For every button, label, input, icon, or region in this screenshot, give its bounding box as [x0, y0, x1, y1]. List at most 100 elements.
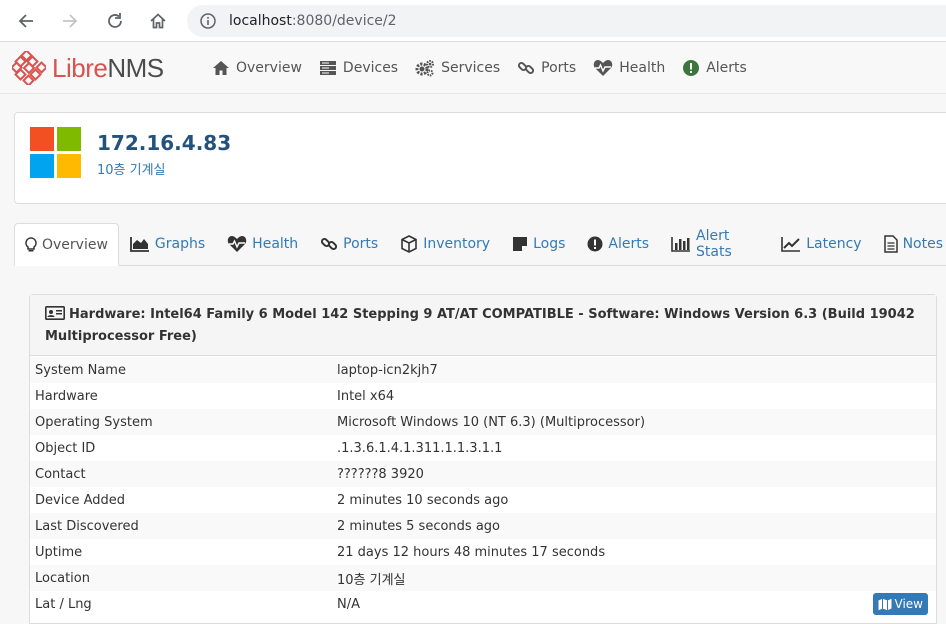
- forward-button[interactable]: [57, 8, 83, 34]
- tab-health[interactable]: Health: [216, 223, 309, 265]
- link-icon: [518, 61, 535, 75]
- menu-item-label: Alerts: [706, 60, 747, 76]
- info-key: Device Added: [35, 492, 126, 508]
- file-text-icon: [883, 235, 898, 253]
- info-key: Location: [35, 570, 90, 586]
- menu-item-alerts[interactable]: Alerts: [682, 59, 747, 77]
- info-row-device-added: Device Added 2 minutes 10 seconds ago: [30, 487, 936, 513]
- info-key: Operating System: [35, 414, 153, 430]
- tab-latency[interactable]: Latency: [770, 223, 872, 265]
- browser-toolbar: localhost:8080/device/2: [0, 0, 946, 42]
- tab-alert-stats[interactable]: Alert Stats: [660, 223, 770, 265]
- windows-logo: [30, 127, 81, 183]
- map-icon: [878, 598, 892, 610]
- info-icon[interactable]: [199, 12, 217, 30]
- info-key: Last Discovered: [35, 518, 139, 534]
- heartbeat-icon: [227, 236, 247, 252]
- tab-overview[interactable]: Overview: [14, 223, 119, 266]
- windows-logo-icon: [30, 127, 81, 178]
- info-value: laptop-icn2kjh7: [337, 362, 438, 378]
- info-row-system-name: System Name laptop-icn2kjh7: [30, 357, 936, 383]
- info-key: Lat / Lng: [35, 596, 92, 612]
- device-location-link[interactable]: 10층 기계실: [97, 159, 166, 178]
- menu-item-label: Overview: [236, 60, 302, 76]
- info-row-uptime: Uptime 21 days 12 hours 48 minutes 17 sec…: [30, 539, 936, 565]
- menu-item-services[interactable]: Services: [415, 59, 500, 77]
- logo-text-nms: NMS: [107, 52, 164, 83]
- info-row-operating-system: Operating System Microsoft Windows 10 (NT…: [30, 409, 936, 435]
- info-value: 2 minutes 5 seconds ago: [337, 518, 501, 534]
- info-value: 10층 기계실: [337, 572, 406, 588]
- menu-item-health[interactable]: Health: [593, 59, 665, 77]
- tab-label: Alert Stats: [696, 228, 732, 260]
- tab-label: Inventory: [423, 236, 491, 252]
- logo-text-libre: Libre: [52, 52, 108, 83]
- exclamation-circle-icon: [683, 60, 700, 76]
- arrow-left-icon: [18, 14, 33, 28]
- tab-alerts[interactable]: Alerts: [576, 223, 660, 265]
- info-value: N/A: [337, 596, 360, 612]
- info-row-lat-lng: Lat / Lng N/A View: [30, 591, 936, 617]
- url-path: :8080/device/2: [291, 13, 397, 29]
- tab-label: Overview: [42, 236, 108, 253]
- home-button[interactable]: [145, 8, 171, 34]
- info-key: Hardware: [35, 388, 98, 404]
- menu-item-label: Health: [619, 60, 666, 76]
- info-value: 21 days 12 hours 48 minutes 17 seconds: [337, 544, 606, 560]
- view-map-button[interactable]: View: [872, 593, 928, 615]
- info-value: .1.3.6.1.4.1.311.1.1.3.1.1: [337, 440, 503, 456]
- tab-ports[interactable]: Ports: [309, 223, 389, 265]
- main-menu: Overview Devices Services Ports Health A…: [212, 42, 764, 94]
- address-bar[interactable]: localhost:8080/device/2: [187, 5, 946, 37]
- tab-label: Alerts: [608, 236, 650, 252]
- menu-item-ports[interactable]: Ports: [517, 59, 576, 77]
- url-host: localhost: [229, 13, 292, 29]
- info-value: 2 minutes 10 seconds ago: [337, 492, 509, 508]
- info-key: Uptime: [35, 544, 83, 560]
- tab-logs[interactable]: Logs: [501, 223, 576, 265]
- info-row-location: Location 10층 기계실: [30, 565, 936, 591]
- tab-graphs[interactable]: Graphs: [119, 223, 216, 265]
- main-navbar: LibreNMS Overview Devices Services Ports…: [0, 42, 946, 94]
- arrow-right-icon: [63, 14, 78, 28]
- overview-panel: Hardware: Intel64 Family 6 Model 142 Ste…: [29, 294, 937, 624]
- home-icon: [150, 13, 166, 29]
- menu-item-label: Devices: [342, 60, 399, 76]
- area-chart-icon: [130, 237, 149, 252]
- cube-icon: [401, 235, 418, 253]
- link-icon: [321, 237, 338, 251]
- info-key: Object ID: [35, 440, 96, 456]
- home-icon: [213, 61, 229, 75]
- tab-label: Graphs: [154, 236, 206, 252]
- device-header-panel: 172.16.4.83 10층 기계실: [14, 112, 946, 204]
- tab-notes[interactable]: Notes: [873, 223, 946, 265]
- librenms-logo[interactable]: LibreNMS: [12, 51, 164, 85]
- exclamation-circle-icon: [587, 236, 603, 252]
- server-icon: [319, 61, 336, 75]
- reload-icon: [108, 13, 122, 28]
- tab-label: Health: [252, 236, 299, 252]
- menu-item-overview[interactable]: Overview: [212, 60, 302, 76]
- info-value: Microsoft Windows 10 (NT 6.3) (Multiproc…: [337, 414, 646, 430]
- tab-inventory[interactable]: Inventory: [389, 223, 501, 265]
- tab-label: Notes: [902, 236, 943, 252]
- info-row-contact: Contact ??????8 3920: [30, 461, 936, 487]
- reload-button[interactable]: [102, 8, 128, 34]
- heartbeat-icon: [593, 60, 613, 76]
- info-row-last-discovered: Last Discovered 2 minutes 5 seconds ago: [30, 513, 936, 539]
- back-button[interactable]: [13, 8, 39, 34]
- tab-label: Latency: [806, 236, 862, 252]
- cogs-icon: [415, 60, 435, 77]
- sticky-note-icon: [513, 237, 528, 251]
- info-value: Intel x64: [337, 388, 395, 404]
- menu-item-devices[interactable]: Devices: [319, 60, 398, 76]
- info-row-object-id: Object ID .1.3.6.1.4.1.311.1.1.3.1.1: [30, 435, 936, 461]
- info-key: System Name: [35, 362, 126, 378]
- info-key: Contact: [35, 466, 86, 482]
- device-hostname[interactable]: 172.16.4.83: [97, 131, 231, 155]
- device-tabs: Overview Graphs Health Ports Inventory L…: [14, 223, 946, 266]
- menu-item-label: Ports: [541, 60, 577, 76]
- logo-text: LibreNMS: [52, 53, 164, 84]
- device-info-table: System Name laptop-icn2kjh7 Hardware Intel…: [30, 357, 936, 617]
- bar-chart-icon: [671, 237, 691, 252]
